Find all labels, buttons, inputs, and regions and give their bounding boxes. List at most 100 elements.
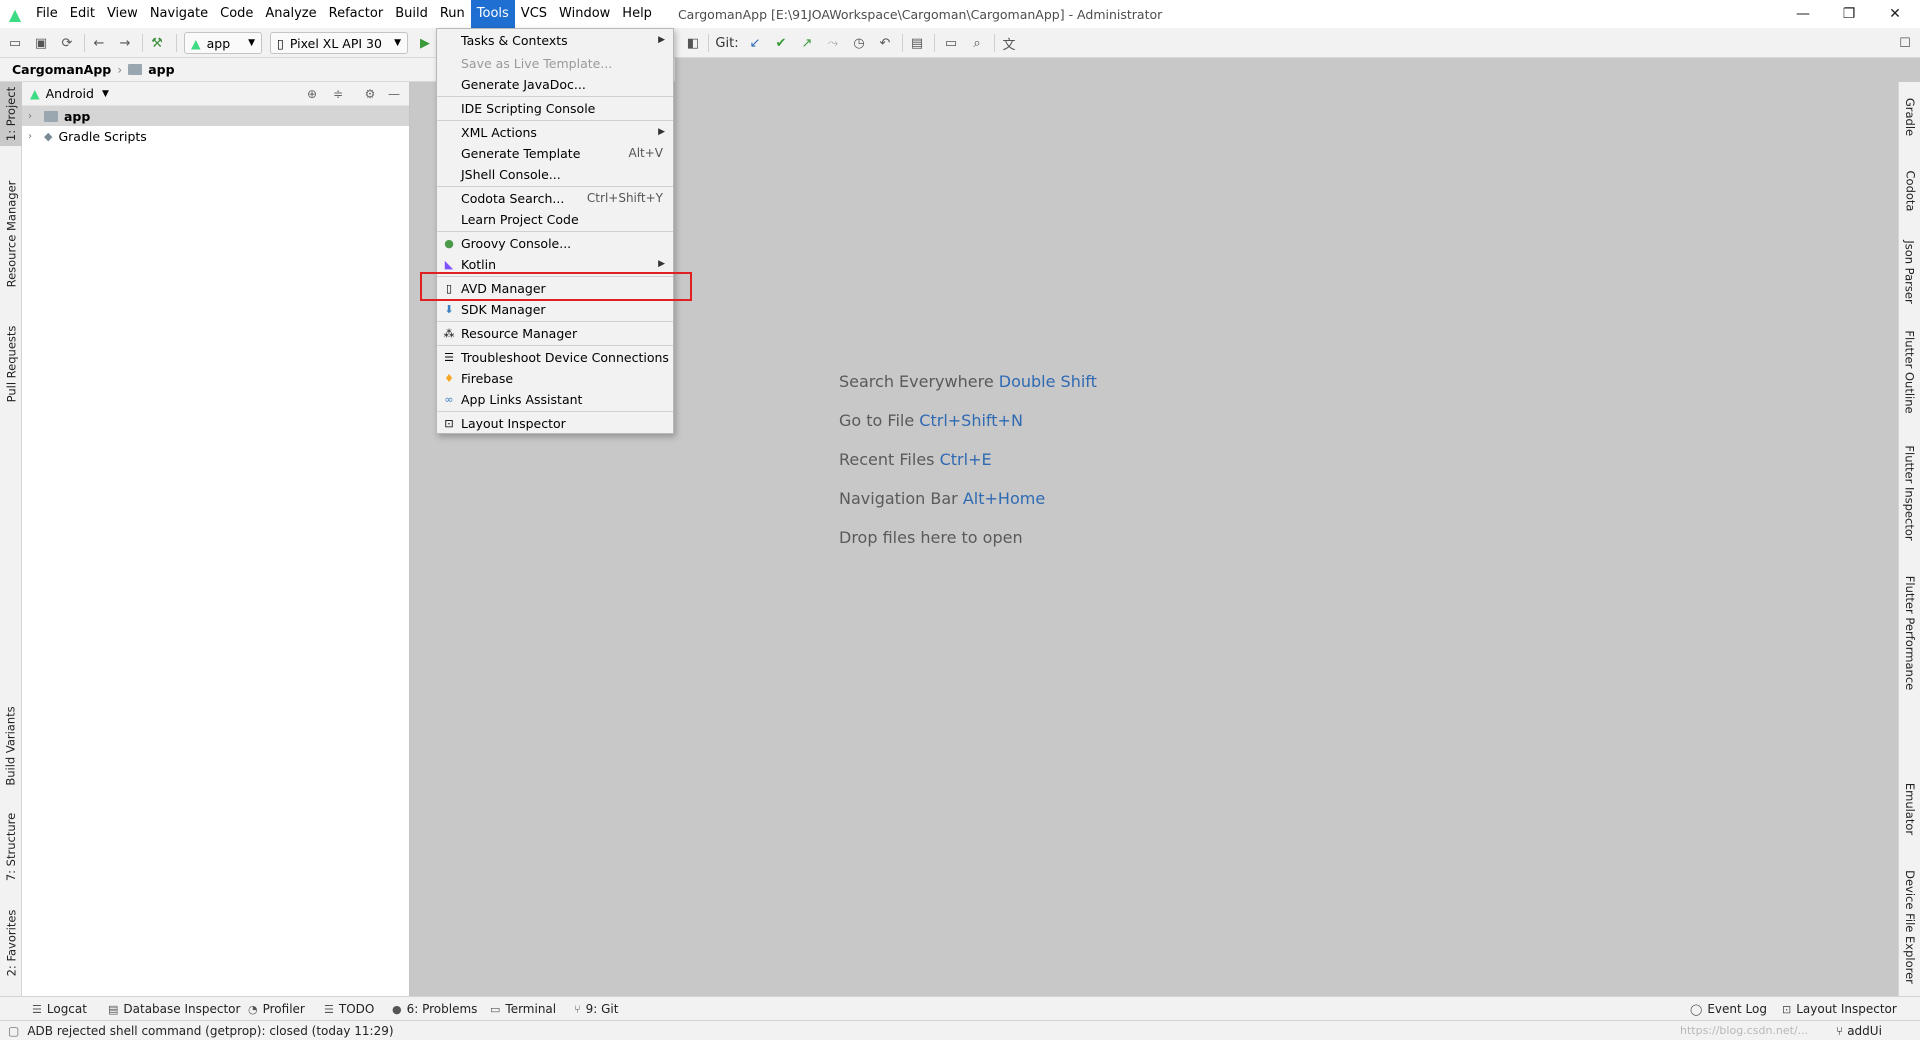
breadcrumb-project[interactable]: CargomanApp <box>12 62 111 77</box>
menu-help[interactable]: Help <box>616 0 658 28</box>
sdk-icon: ⬇ <box>444 302 454 316</box>
menu-code[interactable]: Code <box>214 0 259 28</box>
status-toggle-icon[interactable]: ▢ <box>8 1024 19 1038</box>
project-view-select[interactable]: Android <box>46 86 94 101</box>
tab-json-parser[interactable]: Json Parser <box>1899 232 1920 312</box>
sync-icon[interactable]: ⟳ <box>58 34 76 52</box>
tab-gradle[interactable]: Gradle <box>1899 86 1920 148</box>
open-folder-icon[interactable]: ▭ <box>6 34 24 52</box>
terminal-window-icon[interactable]: ▭ <box>942 34 960 52</box>
tab-event-log[interactable]: ◯ Event Log <box>1690 1001 1767 1017</box>
menu-vcs[interactable]: VCS <box>515 0 553 28</box>
tree-item-gradle-scripts[interactable]: › ◆ Gradle Scripts <box>22 126 409 146</box>
left-tool-stripe: 1: Project Resource Manager Pull Request… <box>0 82 22 996</box>
run-icon[interactable]: ▶ <box>416 34 434 52</box>
menu-item-troubleshoot[interactable]: ☰ Troubleshoot Device Connections <box>437 347 673 367</box>
menu-edit[interactable]: Edit <box>64 0 101 28</box>
tab-flutter-performance[interactable]: Flutter Performance <box>1899 564 1920 702</box>
git-commit-icon[interactable]: ✔ <box>772 34 790 52</box>
search-icon[interactable]: ⌕ <box>968 34 986 52</box>
tab-flutter-outline[interactable]: Flutter Outline <box>1899 322 1920 422</box>
project-structure-icon[interactable]: ▤ <box>908 34 926 52</box>
tab-terminal[interactable]: ▭ Terminal <box>490 1001 556 1017</box>
gradle-icon: ◆ <box>44 129 53 143</box>
git-update-icon[interactable]: ↙ <box>746 34 764 52</box>
menu-item-app-links-assistant[interactable]: ∞ App Links Assistant <box>437 389 673 409</box>
tab-favorites[interactable]: 2: Favorites <box>0 900 22 986</box>
menu-refactor[interactable]: Refactor <box>323 0 390 28</box>
menu-item-xml-actions[interactable]: XML Actions ▶ <box>437 122 673 142</box>
menu-tools[interactable]: Tools <box>470 0 515 28</box>
locate-icon[interactable]: ⊕ <box>304 86 320 102</box>
menu-item-generate-javadoc[interactable]: Generate JavaDoc... <box>437 74 673 94</box>
tab-git[interactable]: ⑂ 9: Git <box>574 1001 618 1017</box>
menu-item-resource-manager[interactable]: ⁂ Resource Manager <box>437 323 673 343</box>
close-icon[interactable]: ✕ <box>1872 0 1918 28</box>
menu-item-save-live-template[interactable]: Save as Live Template... <box>437 53 673 73</box>
tab-structure[interactable]: 7: Structure <box>0 804 22 890</box>
rollback-icon[interactable]: ↶ <box>876 34 894 52</box>
menu-item-generate-template[interactable]: Generate Template Alt+V <box>437 143 673 163</box>
user-icon[interactable]: ☐ <box>1896 34 1914 52</box>
menu-item-codota-search[interactable]: Codota Search... Ctrl+Shift+Y <box>437 188 673 208</box>
menu-file[interactable]: File <box>30 0 64 28</box>
git-branch-widget[interactable]: ⑂ addUi <box>1836 1024 1882 1038</box>
menu-window[interactable]: Window <box>553 0 616 28</box>
menu-item-learn-project-code[interactable]: Learn Project Code <box>437 209 673 229</box>
menu-item-firebase[interactable]: ♦ Firebase <box>437 368 673 388</box>
tab-layout-inspector[interactable]: ⊡ Layout Inspector <box>1782 1001 1897 1017</box>
save-icon[interactable]: ▣ <box>32 34 50 52</box>
chevron-down-icon: ▼ <box>394 38 401 48</box>
avd-toolbar-icon[interactable]: ◧ <box>684 34 702 52</box>
tab-todo[interactable]: ☰ TODO <box>324 1001 374 1017</box>
menu-navigate[interactable]: Navigate <box>144 0 214 28</box>
build-hammer-icon[interactable]: ⚒ <box>148 34 166 52</box>
tab-database-inspector[interactable]: ▤ Database Inspector <box>108 1001 240 1017</box>
todo-icon: ☰ <box>324 1002 334 1016</box>
device-select[interactable]: ▯ Pixel XL API 30 ▼ <box>270 32 408 54</box>
android-icon: ▲ <box>30 86 40 101</box>
menu-analyze[interactable]: Analyze <box>259 0 322 28</box>
restore-icon[interactable]: ❐ <box>1826 0 1872 28</box>
chevron-right-icon[interactable]: › <box>28 131 44 142</box>
menu-view[interactable]: View <box>101 0 144 28</box>
submenu-arrow-icon: ▶ <box>658 35 665 45</box>
translate-icon[interactable]: 文 <box>1000 34 1018 53</box>
tab-device-file-explorer[interactable]: Device File Explorer <box>1899 858 1920 996</box>
tab-project[interactable]: 1: Project <box>0 82 22 146</box>
tab-profiler[interactable]: ◔ Profiler <box>248 1001 305 1017</box>
git-pull-icon[interactable]: ⤳ <box>824 34 842 52</box>
menu-run[interactable]: Run <box>434 0 471 28</box>
tree-item-app[interactable]: › app <box>22 106 409 126</box>
tab-logcat[interactable]: ☰ Logcat <box>32 1001 87 1017</box>
back-icon[interactable]: ← <box>90 34 108 52</box>
forward-icon[interactable]: → <box>116 34 134 52</box>
tab-flutter-inspector[interactable]: Flutter Inspector <box>1899 434 1920 552</box>
history-icon[interactable]: ◷ <box>850 34 868 52</box>
tab-build-variants[interactable]: Build Variants <box>0 698 22 794</box>
breadcrumb-module[interactable]: app <box>148 62 174 77</box>
profiler-icon: ◔ <box>248 1002 258 1016</box>
menu-item-jshell-console[interactable]: JShell Console... <box>437 164 673 184</box>
menu-build[interactable]: Build <box>389 0 434 28</box>
tab-emulator[interactable]: Emulator <box>1899 772 1920 846</box>
menu-item-ide-scripting-console[interactable]: IDE Scripting Console <box>437 98 673 118</box>
status-message[interactable]: ADB rejected shell command (getprop): cl… <box>27 1024 393 1038</box>
menu-item-layout-inspector[interactable]: ⊡ Layout Inspector <box>437 413 673 433</box>
git-push-icon[interactable]: ↗ <box>798 34 816 52</box>
tab-pull-requests[interactable]: Pull Requests <box>0 316 22 412</box>
chevron-down-icon[interactable]: ▼ <box>102 89 109 99</box>
run-config-select[interactable]: ▲ app ▼ <box>184 32 262 54</box>
menu-item-groovy-console[interactable]: ● Groovy Console... <box>437 233 673 253</box>
chevron-right-icon[interactable]: › <box>28 111 44 122</box>
minimize-icon[interactable]: — <box>1780 0 1826 28</box>
gear-icon[interactable]: ⚙ <box>362 86 378 102</box>
tab-problems[interactable]: ● 6: Problems <box>392 1001 477 1017</box>
collapse-all-icon[interactable]: ≑ <box>330 86 346 102</box>
tab-codota[interactable]: Codota <box>1899 160 1920 222</box>
tab-resource-manager[interactable]: Resource Manager <box>0 174 22 294</box>
hide-icon[interactable]: — <box>386 86 402 102</box>
menu-item-tasks-contexts[interactable]: Tasks & Contexts ▶ <box>437 30 673 50</box>
menu-item-sdk-manager[interactable]: ⬇ SDK Manager <box>437 299 673 319</box>
menu-item-kotlin[interactable]: ◣ Kotlin ▶ <box>437 254 673 274</box>
